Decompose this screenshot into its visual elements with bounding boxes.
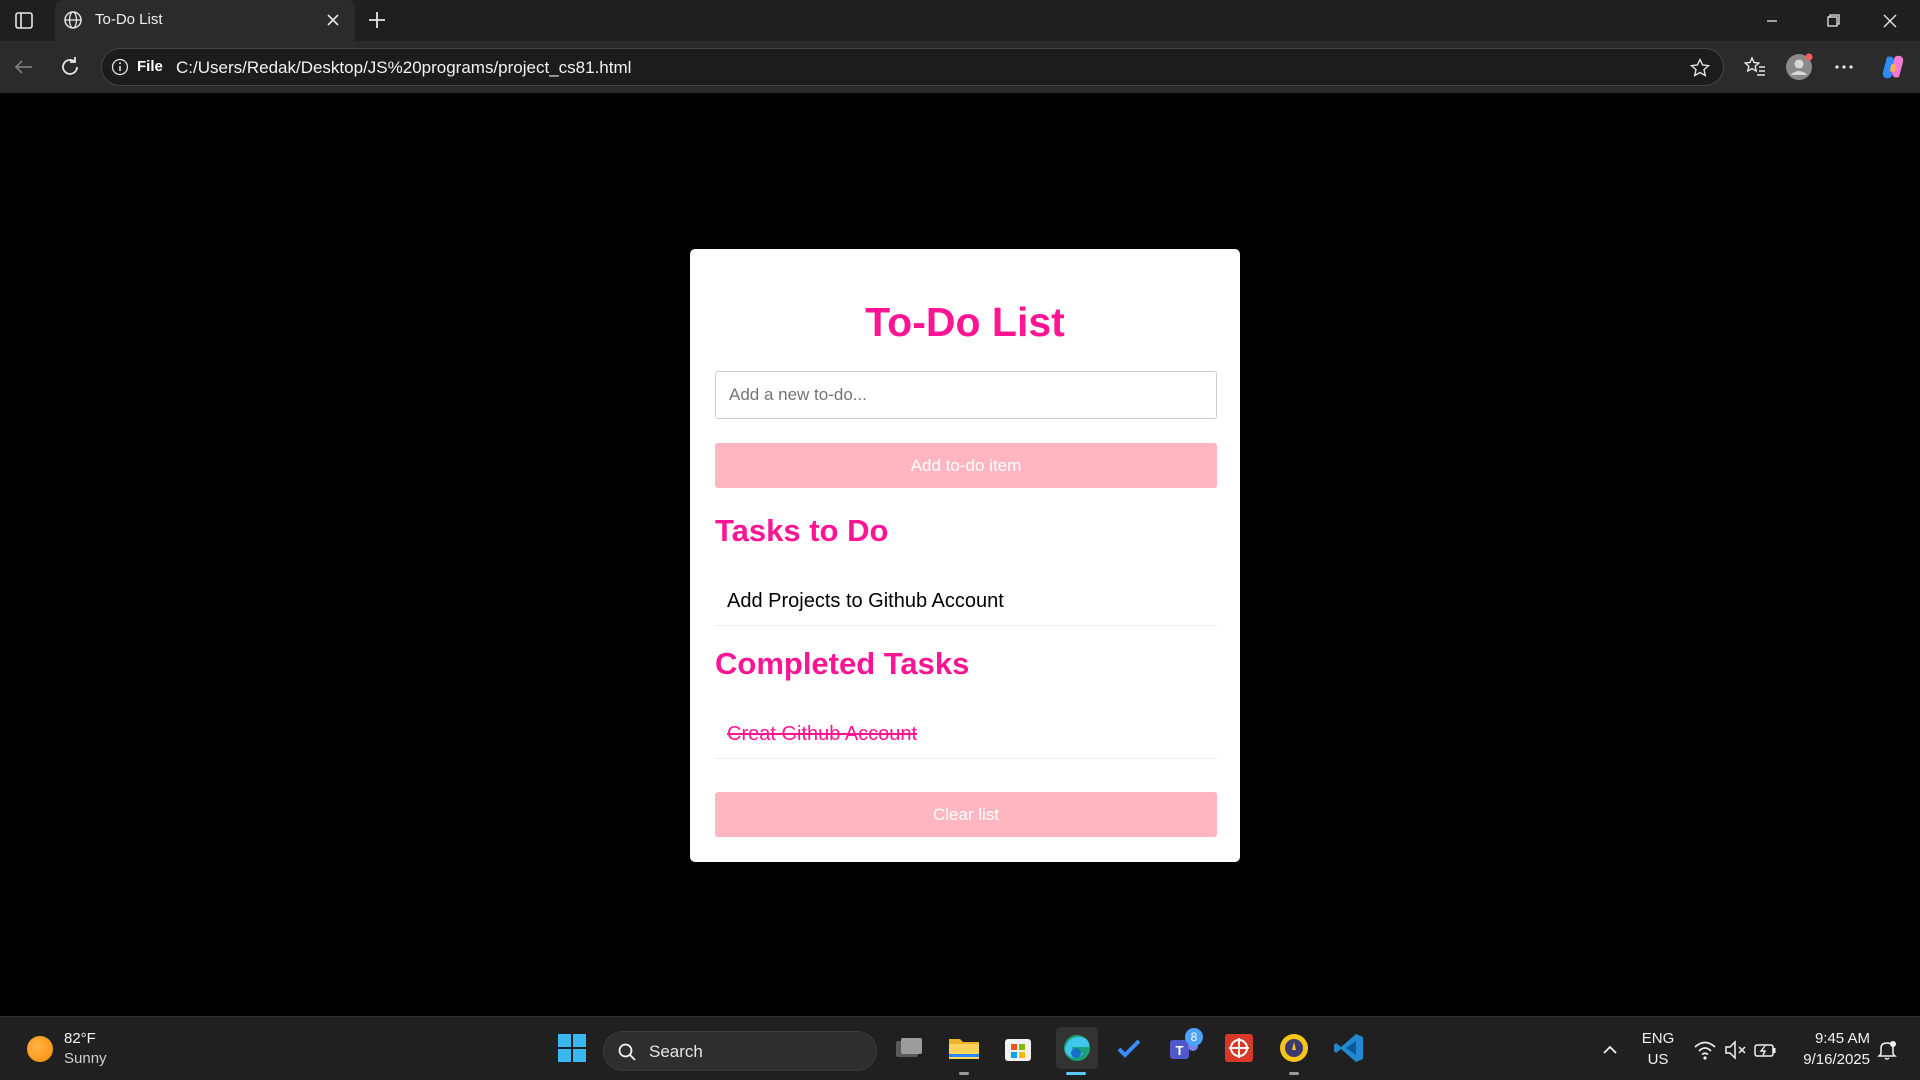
- favorite-star-icon[interactable]: [1689, 57, 1711, 79]
- url-text[interactable]: C:/Users/Redak/Desktop/JS%20programs/pro…: [176, 58, 631, 78]
- teams-badge: 8: [1185, 1028, 1203, 1046]
- clear-list-button[interactable]: Clear list: [715, 792, 1217, 837]
- language-region[interactable]: US: [1641, 1051, 1675, 1068]
- taskbar-search[interactable]: Search: [603, 1031, 877, 1071]
- todo-icon[interactable]: [1112, 1031, 1146, 1065]
- tab-title: To-Do List: [95, 11, 163, 28]
- start-windows-icon[interactable]: [555, 1031, 589, 1065]
- sun-icon[interactable]: [27, 1036, 53, 1062]
- more-options-icon[interactable]: [1830, 53, 1858, 81]
- profile-avatar-icon[interactable]: [1785, 53, 1813, 81]
- copilot-icon[interactable]: [1879, 53, 1907, 81]
- weather-condition[interactable]: Sunny: [64, 1050, 107, 1067]
- page-viewport: To-Do List Add to-do item Tasks to Do Ad…: [5, 93, 1915, 1016]
- close-tab-icon[interactable]: [325, 12, 341, 28]
- language-code[interactable]: ENG: [1641, 1030, 1675, 1047]
- clock-time[interactable]: 9:45 AM: [1790, 1030, 1870, 1047]
- refresh-icon[interactable]: [56, 53, 84, 81]
- store-icon[interactable]: [1001, 1031, 1035, 1065]
- browser-titlebar: To-Do List: [0, 0, 1920, 41]
- app-yellow-icon[interactable]: [1277, 1031, 1311, 1065]
- browser-tab[interactable]: To-Do List: [55, 0, 355, 41]
- favorites-icon[interactable]: [1741, 53, 1769, 81]
- add-todo-button[interactable]: Add to-do item: [715, 443, 1217, 488]
- taskbar: 82°F Sunny Search T 8 ENG US 9:45 AM 9/1…: [0, 1016, 1920, 1080]
- info-icon[interactable]: [111, 58, 129, 76]
- completed-task-item[interactable]: Creat Github Account: [715, 709, 1217, 759]
- chevron-up-icon[interactable]: [1597, 1037, 1623, 1063]
- address-bar[interactable]: File C:/Users/Redak/Desktop/JS%20program…: [101, 48, 1724, 86]
- battery-icon[interactable]: [1752, 1037, 1778, 1063]
- edge-icon[interactable]: [1056, 1027, 1098, 1069]
- todo-card: To-Do List Add to-do item Tasks to Do Ad…: [690, 249, 1240, 862]
- close-window-icon[interactable]: [1878, 10, 1902, 32]
- tab-actions-icon[interactable]: [12, 10, 36, 32]
- notification-bell-icon[interactable]: [1874, 1037, 1900, 1063]
- volume-muted-icon[interactable]: [1722, 1037, 1748, 1063]
- new-tab-icon[interactable]: [365, 8, 389, 32]
- todo-input[interactable]: [715, 371, 1217, 419]
- completed-heading: Completed Tasks: [715, 646, 970, 681]
- wifi-icon[interactable]: [1692, 1037, 1718, 1063]
- edge-active-indicator: [1066, 1072, 1086, 1075]
- tasks-heading: Tasks to Do: [715, 513, 889, 548]
- task-item[interactable]: Add Projects to Github Account: [715, 576, 1217, 626]
- page-title: To-Do List: [865, 299, 1065, 345]
- file-explorer-icon[interactable]: [947, 1031, 981, 1065]
- explorer-running-indicator: [959, 1072, 969, 1075]
- back-arrow-icon[interactable]: [10, 53, 38, 81]
- globe-icon: [63, 10, 83, 30]
- search-label: Search: [649, 1042, 703, 1061]
- weather-temperature[interactable]: 82°F: [64, 1030, 96, 1047]
- minimize-icon[interactable]: [1760, 10, 1784, 32]
- task-view-icon[interactable]: [892, 1031, 926, 1065]
- yellow-app-running-indicator: [1289, 1072, 1299, 1075]
- url-scheme-label: File: [137, 58, 163, 75]
- app-red-icon[interactable]: [1222, 1031, 1256, 1065]
- clock-date[interactable]: 9/16/2025: [1790, 1051, 1870, 1068]
- vscode-icon[interactable]: [1332, 1031, 1366, 1065]
- browser-navbar: File C:/Users/Redak/Desktop/JS%20program…: [0, 41, 1920, 93]
- svg-text:T: T: [1176, 1043, 1184, 1058]
- search-icon: [617, 1042, 637, 1062]
- restore-icon[interactable]: [1821, 10, 1845, 32]
